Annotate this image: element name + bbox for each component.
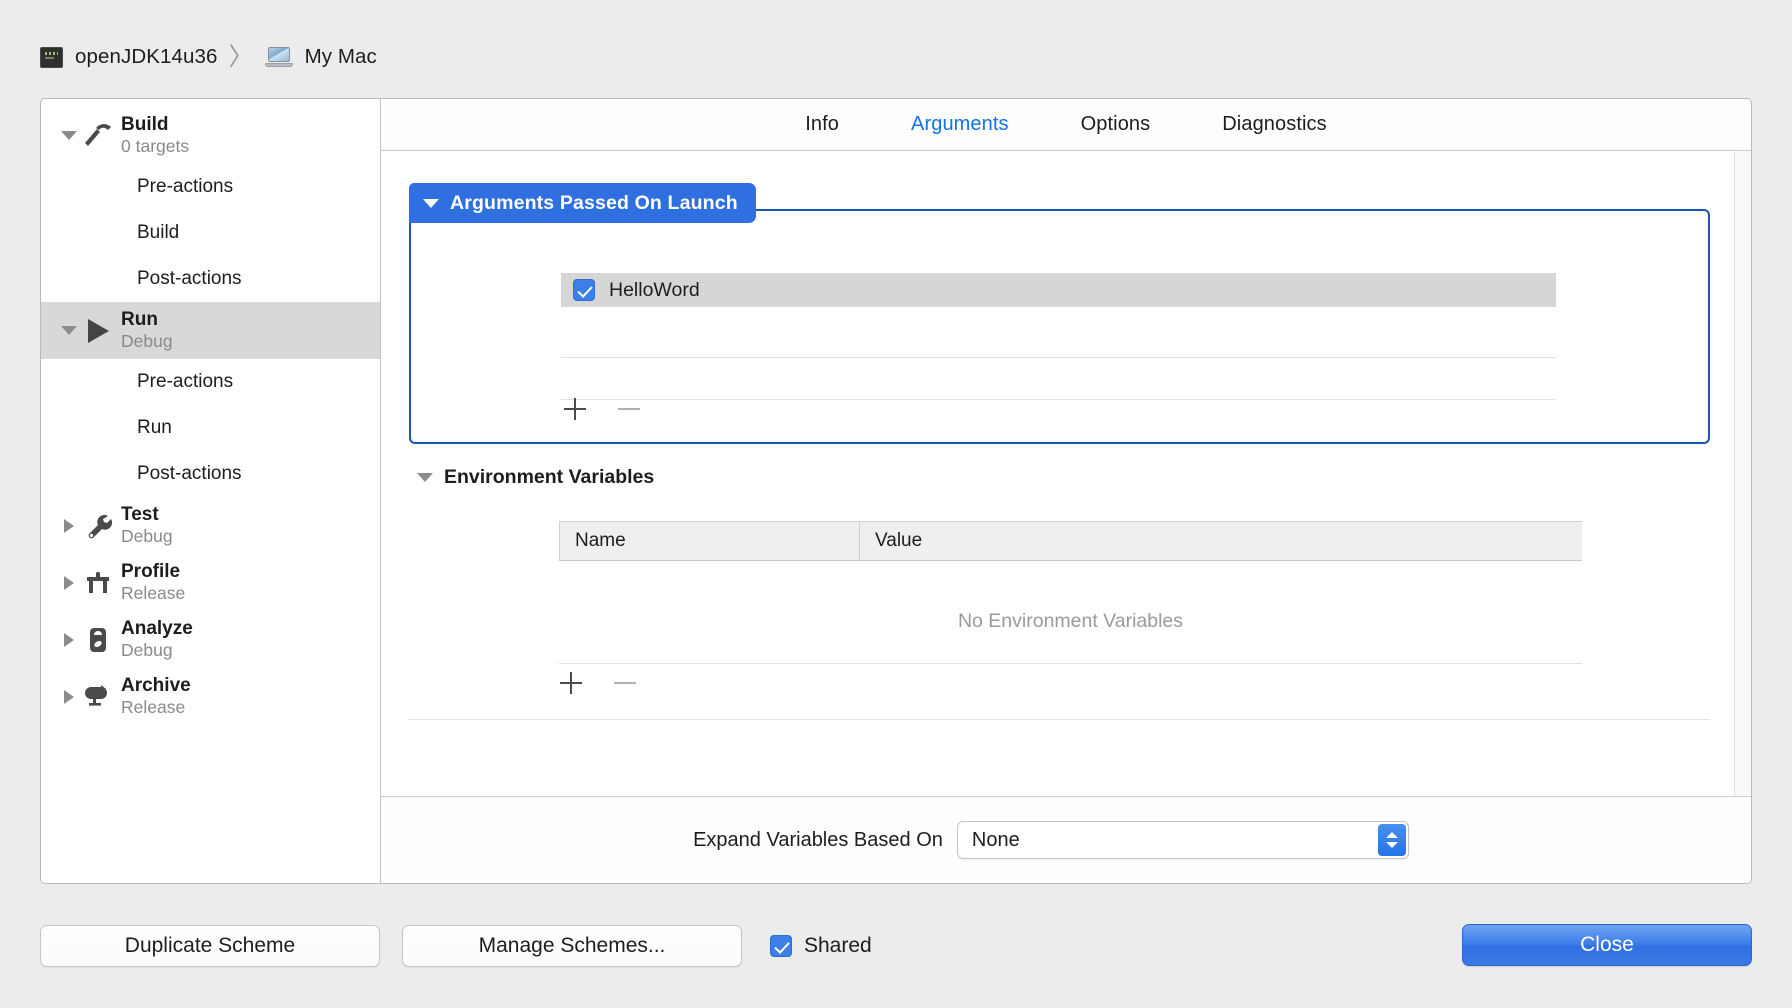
manage-schemes-button[interactable]: Manage Schemes... (402, 925, 742, 967)
shared-checkbox-wrapper[interactable]: Shared (770, 934, 872, 958)
scheme-actions-sidebar[interactable]: Build 0 targets Pre-actions Build Post-a… (41, 99, 381, 883)
tab-options[interactable]: Options (1045, 113, 1187, 136)
sidebar-item-label: Post-actions (137, 268, 242, 289)
shared-checkbox[interactable] (770, 935, 792, 957)
add-argument-button[interactable] (563, 397, 587, 421)
expand-variables-label: Expand Variables Based On (693, 828, 943, 851)
sidebar-item-label: Pre-actions (137, 176, 234, 197)
column-header-name[interactable]: Name (559, 522, 859, 560)
breadcrumb-scheme[interactable]: openJDK14u36 (40, 45, 218, 69)
sidebar-item-subtitle: Release (121, 697, 186, 718)
detail-scroll-area: Arguments Passed On Launch HelloWord Env… (381, 151, 1751, 797)
vertical-scrollbar[interactable] (1734, 151, 1751, 796)
disclosure-triangle-down-icon[interactable] (59, 131, 79, 140)
sidebar-item-test[interactable]: Test Debug (41, 497, 380, 554)
sidebar-item-label: Archive (121, 674, 191, 696)
argument-row[interactable]: HelloWord (561, 273, 1556, 307)
disclosure-triangle-down-icon[interactable] (59, 326, 79, 335)
sidebar-item-run-post-actions[interactable]: Post-actions (41, 451, 380, 497)
sidebar-item-subtitle: Debug (121, 526, 173, 547)
breadcrumb-destination[interactable]: My Mac (264, 45, 377, 69)
environment-variables-empty-state: No Environment Variables (957, 609, 1184, 632)
tab-diagnostics[interactable]: Diagnostics (1186, 113, 1362, 136)
disclosure-triangle-right-icon[interactable] (59, 632, 79, 647)
sidebar-item-label: Pre-actions (137, 371, 234, 392)
disclosure-triangle-right-icon[interactable] (59, 575, 79, 590)
expand-variables-value: None (971, 828, 1020, 851)
environment-variables-section-header[interactable]: Environment Variables (417, 466, 654, 489)
chevron-up-down-icon[interactable] (1377, 824, 1406, 856)
breadcrumb-scheme-label: openJDK14u36 (75, 45, 218, 68)
detail-scroll-content: Arguments Passed On Launch HelloWord Env… (381, 151, 1734, 796)
sidebar-item-label: Profile (121, 560, 181, 582)
environment-variables-table-header: Name Value (559, 521, 1582, 561)
sidebar-item-label: Test (121, 503, 159, 525)
laptop-icon (264, 47, 293, 67)
shared-label: Shared (804, 934, 872, 957)
remove-environment-variable-button[interactable] (613, 671, 637, 695)
column-header-value[interactable]: Value (859, 522, 1582, 560)
arguments-passed-on-launch-group: Arguments Passed On Launch HelloWord (409, 183, 1710, 444)
disclosure-triangle-down-icon[interactable] (423, 198, 439, 208)
hammer-icon (81, 121, 115, 151)
disclosure-triangle-right-icon[interactable] (59, 518, 79, 533)
duplicate-scheme-button[interactable]: Duplicate Scheme (40, 925, 380, 967)
sidebar-item-label: Run (137, 417, 172, 438)
environment-variables-separator (559, 663, 1582, 664)
detail-tab-bar[interactable]: Info Arguments Options Diagnostics (381, 99, 1751, 151)
breadcrumb-destination-label: My Mac (304, 45, 377, 68)
scheme-detail-content: Info Arguments Options Diagnostics Argum… (381, 99, 1751, 883)
sidebar-item-subtitle: Debug (121, 331, 173, 352)
breadcrumb-separator: 〉 (228, 42, 254, 71)
arguments-add-remove-bar (411, 397, 1708, 421)
sidebar-item-build-build[interactable]: Build (41, 210, 380, 256)
sidebar-item-subtitle: 0 targets (121, 136, 190, 157)
sidebar-item-build[interactable]: Build 0 targets (41, 107, 380, 164)
dialog-footer: Duplicate Scheme Manage Schemes... Share… (40, 924, 1752, 968)
argument-separator (561, 357, 1556, 358)
sidebar-item-label: Analyze (121, 617, 193, 639)
play-icon (81, 316, 115, 346)
sidebar-item-run-pre-actions[interactable]: Pre-actions (41, 359, 380, 405)
sidebar-item-label: Run (121, 308, 158, 330)
scheme-editor-panel: Build 0 targets Pre-actions Build Post-a… (40, 98, 1752, 884)
disclosure-triangle-down-icon[interactable] (417, 473, 433, 482)
sidebar-item-label: Post-actions (137, 463, 242, 484)
arguments-section-header[interactable]: Arguments Passed On Launch (409, 183, 756, 223)
sidebar-item-run[interactable]: Run Debug (41, 302, 380, 359)
sidebar-item-subtitle: Release (121, 583, 186, 604)
tab-info[interactable]: Info (769, 113, 875, 136)
environment-variables-section-title: Environment Variables (444, 466, 655, 488)
disclosure-triangle-right-icon[interactable] (59, 689, 79, 704)
caliper-icon (81, 568, 115, 598)
sidebar-item-run-run[interactable]: Run (41, 405, 380, 451)
arguments-section-title: Arguments Passed On Launch (450, 191, 738, 214)
expand-variables-bar: Expand Variables Based On None (381, 797, 1751, 883)
close-button[interactable]: Close (1462, 924, 1752, 966)
argument-enabled-checkbox[interactable] (573, 279, 595, 301)
tab-arguments[interactable]: Arguments (875, 113, 1045, 136)
analyze-icon (81, 625, 115, 655)
wrench-icon (81, 511, 115, 541)
add-environment-variable-button[interactable] (559, 671, 583, 695)
sidebar-item-archive[interactable]: Archive Release (41, 668, 380, 725)
expand-variables-select[interactable]: None (956, 821, 1409, 859)
sidebar-item-subtitle: Debug (121, 640, 173, 661)
remove-argument-button[interactable] (617, 397, 641, 421)
argument-value[interactable]: HelloWord (609, 279, 700, 302)
sidebar-item-profile[interactable]: Profile Release (41, 554, 380, 611)
sidebar-item-build-post-actions[interactable]: Post-actions (41, 256, 380, 302)
archive-icon (81, 682, 115, 712)
sidebar-item-label: Build (121, 113, 169, 135)
section-bottom-rule (409, 719, 1710, 720)
sidebar-item-analyze[interactable]: Analyze Debug (41, 611, 380, 668)
sidebar-item-label: Build (137, 222, 180, 243)
breadcrumb: openJDK14u36 〉 My Mac (40, 40, 377, 74)
sidebar-item-build-pre-actions[interactable]: Pre-actions (41, 164, 380, 210)
console-icon (40, 46, 63, 68)
environment-add-remove-bar (381, 671, 1734, 695)
